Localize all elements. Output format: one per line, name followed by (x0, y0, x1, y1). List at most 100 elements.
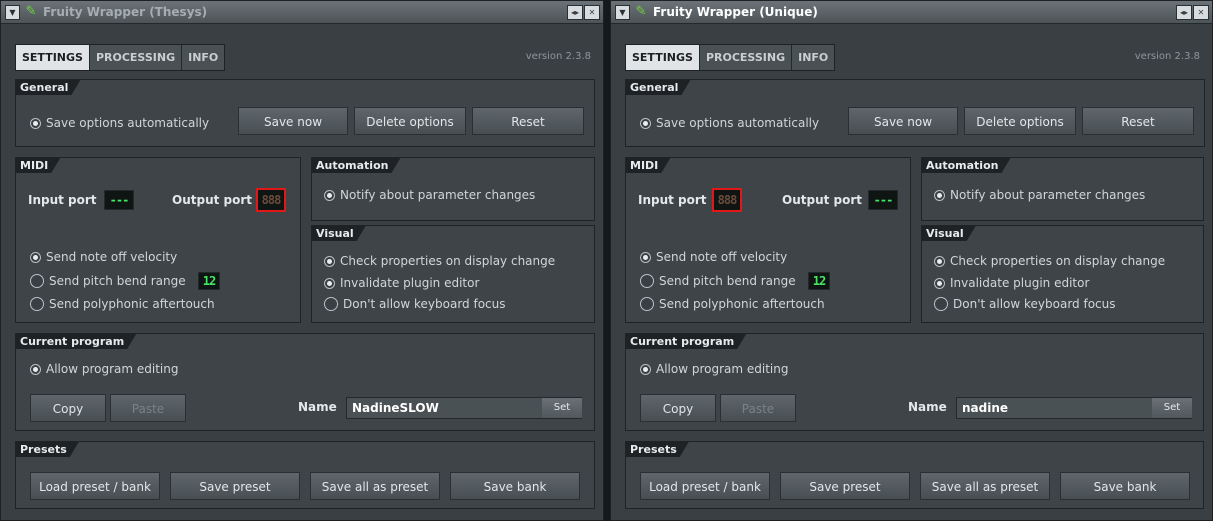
send-pitch-bend-toggle[interactable]: Send pitch bend range (30, 274, 186, 288)
fruity-logo-icon: ✎ (25, 4, 37, 19)
copy-button[interactable]: Copy (30, 394, 106, 422)
panel-title: Presets (16, 442, 79, 457)
send-note-off-toggle[interactable]: Send note off velocity (30, 250, 177, 264)
input-port-display[interactable]: --- (104, 190, 134, 210)
panel-title: Automation (312, 158, 400, 173)
panel-title: Visual (312, 226, 366, 241)
option-label: Send pitch bend range (49, 274, 186, 288)
input-port-display[interactable]: 888 (712, 188, 742, 212)
tab-settings[interactable]: SETTINGS (626, 45, 700, 70)
tab-info[interactable]: INFO (792, 45, 835, 70)
reset-button[interactable]: Reset (472, 107, 584, 135)
option-label: Don't allow keyboard focus (953, 297, 1116, 311)
save-all-as-preset-button[interactable]: Save all as preset (920, 472, 1050, 500)
option-label: Save options automatically (46, 116, 210, 130)
version-label: version 2.3.8 (1134, 51, 1200, 62)
load-preset-bank-button[interactable]: Load preset / bank (30, 472, 160, 500)
save-now-button[interactable]: Save now (848, 107, 958, 135)
fruity-logo-icon: ✎ (635, 4, 647, 19)
set-name-button[interactable]: Set (1152, 398, 1192, 418)
no-keyboard-focus-toggle[interactable]: Don't allow keyboard focus (324, 297, 506, 311)
allow-program-editing-toggle[interactable]: Allow program editing (640, 362, 788, 376)
load-preset-bank-button[interactable]: Load preset / bank (640, 472, 770, 500)
window-menu-icon[interactable]: ▼ (5, 5, 20, 20)
window-title: Fruity Wrapper (Unique) (653, 5, 818, 19)
set-name-button[interactable]: Set (542, 398, 582, 418)
version-label: version 2.3.8 (525, 51, 591, 62)
output-port-label: Output port (172, 193, 253, 207)
check-properties-toggle[interactable]: Check properties on display change (934, 254, 1165, 268)
visual-panel: Visual Check properties on display chang… (311, 225, 595, 323)
option-label: Notify about parameter changes (340, 188, 536, 202)
option-label: Check properties on display change (340, 254, 556, 268)
radio-off-icon (640, 297, 654, 311)
plugin-window-unique: ▼ ✎ Fruity Wrapper (Unique) ◂▸ ✕ SETTING… (610, 0, 1213, 521)
save-bank-button[interactable]: Save bank (1060, 472, 1190, 500)
output-port-display[interactable]: --- (868, 190, 898, 210)
notify-parameter-changes-toggle[interactable]: Notify about parameter changes (324, 188, 535, 202)
name-label: Name (298, 400, 337, 414)
save-now-button[interactable]: Save now (238, 107, 348, 135)
radio-on-icon (640, 251, 651, 263)
pitch-bend-range-display[interactable]: 12 (808, 272, 830, 290)
radio-off-icon (324, 297, 338, 311)
notify-parameter-changes-toggle[interactable]: Notify about parameter changes (934, 188, 1145, 202)
title-bar[interactable]: ▼ ✎ Fruity Wrapper (Thesys) ◂▸ ✕ (1, 1, 603, 24)
save-bank-button[interactable]: Save bank (450, 472, 580, 500)
detach-icon[interactable]: ◂▸ (1176, 5, 1192, 20)
radio-on-icon (934, 277, 945, 289)
panel-title: MIDI (626, 158, 670, 173)
pitch-bend-range-display[interactable]: 12 (198, 272, 220, 290)
presets-panel: Presets Load preset / bank Save preset S… (15, 441, 595, 509)
no-keyboard-focus-toggle[interactable]: Don't allow keyboard focus (934, 297, 1116, 311)
panel-title: Current program (626, 334, 746, 349)
send-poly-aftertouch-toggle[interactable]: Send polyphonic aftertouch (30, 297, 215, 311)
option-label: Allow program editing (656, 362, 789, 376)
delete-options-button[interactable]: Delete options (964, 107, 1076, 135)
invalidate-editor-toggle[interactable]: Invalidate plugin editor (934, 276, 1089, 290)
reset-button[interactable]: Reset (1082, 107, 1194, 135)
visual-panel: Visual Check properties on display chang… (921, 225, 1204, 323)
save-preset-button[interactable]: Save preset (170, 472, 300, 500)
option-label: Invalidate plugin editor (950, 276, 1090, 290)
window-menu-icon[interactable]: ▼ (615, 5, 630, 20)
option-label: Send polyphonic aftertouch (49, 297, 215, 311)
delete-options-button[interactable]: Delete options (354, 107, 466, 135)
option-label: Send polyphonic aftertouch (659, 297, 825, 311)
paste-button[interactable]: Paste (720, 394, 796, 422)
save-preset-button[interactable]: Save preset (780, 472, 910, 500)
output-port-label: Output port (782, 193, 863, 207)
radio-on-icon (324, 277, 335, 289)
send-note-off-toggle[interactable]: Send note off velocity (640, 250, 787, 264)
tab-processing[interactable]: PROCESSING (699, 45, 793, 70)
detach-icon[interactable]: ◂▸ (567, 5, 583, 20)
tab-info[interactable]: INFO (182, 45, 225, 70)
save-options-auto-toggle[interactable]: Save options automatically (640, 116, 819, 130)
panel-title: Visual (922, 226, 976, 241)
title-bar[interactable]: ▼ ✎ Fruity Wrapper (Unique) ◂▸ ✕ (611, 1, 1212, 24)
midi-panel: MIDI Input port --- Output port 888 Send… (15, 157, 301, 323)
tab-processing[interactable]: PROCESSING (89, 45, 183, 70)
send-pitch-bend-toggle[interactable]: Send pitch bend range (640, 274, 796, 288)
invalidate-editor-toggle[interactable]: Invalidate plugin editor (324, 276, 479, 290)
paste-button[interactable]: Paste (110, 394, 186, 422)
output-port-display[interactable]: 888 (256, 188, 286, 212)
radio-on-icon (324, 189, 335, 201)
radio-on-icon (30, 117, 41, 129)
tab-bar: SETTINGS PROCESSING INFO (625, 44, 836, 71)
send-poly-aftertouch-toggle[interactable]: Send polyphonic aftertouch (640, 297, 825, 311)
save-all-as-preset-button[interactable]: Save all as preset (310, 472, 440, 500)
general-panel: General Save options automatically Save … (625, 79, 1205, 147)
allow-program-editing-toggle[interactable]: Allow program editing (30, 362, 178, 376)
copy-button[interactable]: Copy (640, 394, 716, 422)
name-label: Name (908, 400, 947, 414)
close-icon[interactable]: ✕ (1193, 5, 1209, 20)
close-icon[interactable]: ✕ (584, 5, 600, 20)
general-panel: General Save options automatically Save … (15, 79, 595, 147)
midi-panel: MIDI Input port 888 Output port --- Send… (625, 157, 911, 323)
tab-settings[interactable]: SETTINGS (16, 45, 90, 70)
save-options-auto-toggle[interactable]: Save options automatically (30, 116, 209, 130)
automation-panel: Automation Notify about parameter change… (311, 157, 595, 221)
input-port-label: Input port (28, 193, 97, 207)
check-properties-toggle[interactable]: Check properties on display change (324, 254, 555, 268)
